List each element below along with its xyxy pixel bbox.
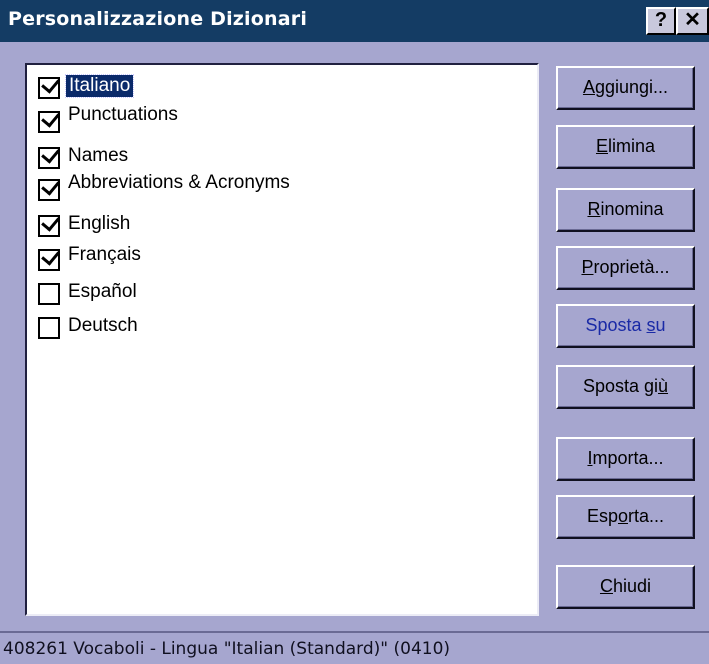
check-icon bbox=[41, 176, 60, 196]
help-button[interactable]: ? bbox=[646, 7, 676, 35]
move-down-button[interactable]: Sposta giù bbox=[556, 365, 695, 409]
add-button[interactable]: Aggiungi... bbox=[556, 66, 695, 110]
check-icon bbox=[41, 108, 60, 128]
close-button[interactable]: Chiudi bbox=[556, 565, 695, 609]
close-icon: ✕ bbox=[684, 9, 701, 31]
dictionary-label: English bbox=[68, 213, 131, 234]
dictionary-label: Français bbox=[68, 244, 141, 265]
check-icon bbox=[41, 74, 60, 94]
properties-button[interactable]: Proprietà... bbox=[556, 246, 695, 290]
dictionary-label: Punctuations bbox=[68, 104, 178, 125]
checkbox-punctuations[interactable] bbox=[38, 108, 60, 133]
help-icon: ? bbox=[654, 9, 668, 31]
dictionary-label: Names bbox=[68, 145, 129, 166]
checkbox-abbreviations[interactable] bbox=[38, 176, 60, 201]
close-window-button[interactable]: ✕ bbox=[676, 7, 709, 35]
import-button[interactable]: Importa... bbox=[556, 437, 695, 481]
rename-button[interactable]: Rinomina bbox=[556, 188, 695, 232]
move-up-button[interactable]: Sposta su bbox=[556, 304, 695, 348]
dictionary-list[interactable]: Italiano Punctuations Names Abbreviation… bbox=[25, 63, 539, 616]
dictionary-label: Abbreviations & Acronyms bbox=[68, 172, 290, 193]
check-icon bbox=[41, 246, 60, 266]
delete-button[interactable]: Elimina bbox=[556, 125, 695, 169]
checkbox-francais[interactable] bbox=[38, 246, 60, 271]
checkbox-italiano[interactable] bbox=[38, 74, 60, 99]
title-bar: Personalizzazione Dizionari ? ✕ bbox=[0, 0, 709, 42]
check-icon bbox=[41, 144, 60, 164]
window-title: Personalizzazione Dizionari bbox=[8, 8, 308, 30]
checkbox-deutsch[interactable] bbox=[38, 317, 60, 339]
checkbox-espanol[interactable] bbox=[38, 283, 60, 305]
checkbox-names[interactable] bbox=[38, 144, 60, 169]
checkbox-english[interactable] bbox=[38, 212, 60, 237]
status-text: 408261 Vocaboli - Lingua "Italian (Stand… bbox=[3, 639, 451, 659]
check-icon bbox=[41, 212, 60, 232]
dictionary-label: Italiano bbox=[64, 74, 135, 98]
dictionary-label: Deutsch bbox=[68, 315, 138, 336]
export-button[interactable]: Esporta... bbox=[556, 495, 695, 539]
status-bar: 408261 Vocaboli - Lingua "Italian (Stand… bbox=[0, 631, 709, 664]
dictionary-label: Español bbox=[68, 281, 137, 302]
